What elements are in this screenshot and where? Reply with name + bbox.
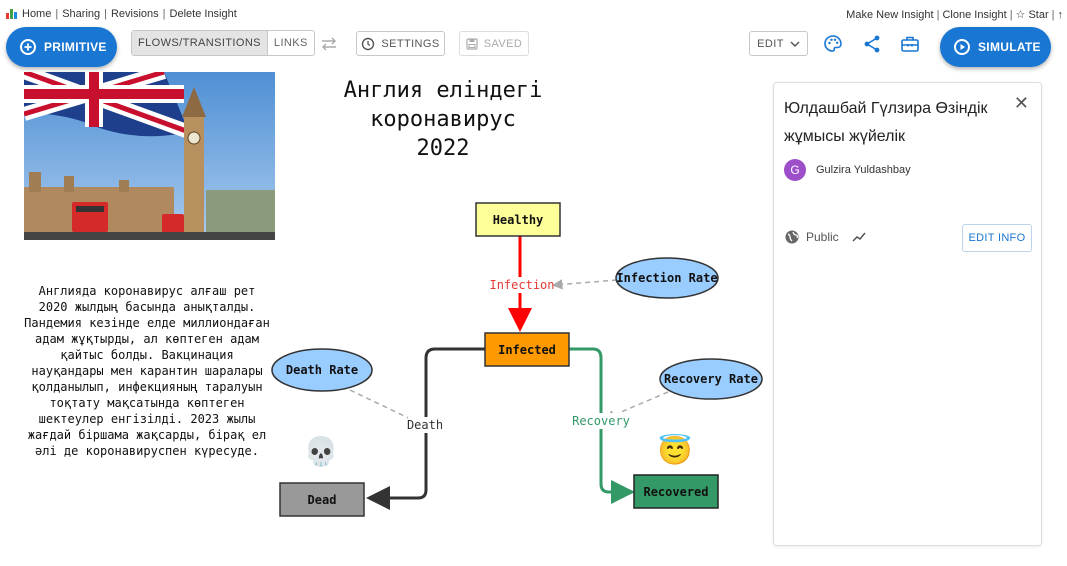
recovery-rate-label: Recovery Rate bbox=[664, 372, 758, 386]
primitive-button-label: PRIMITIVE bbox=[44, 40, 107, 54]
infection-flow-label: Infection bbox=[489, 278, 554, 292]
dead-stock[interactable]: Dead bbox=[279, 482, 365, 517]
links-tab[interactable]: LINKS bbox=[266, 31, 314, 55]
dead-stock-label: Dead bbox=[308, 493, 337, 507]
add-primitive-button[interactable]: PRIMITIVE bbox=[6, 27, 117, 67]
infected-stock-label: Infected bbox=[498, 343, 556, 357]
recovered-stock-label: Recovered bbox=[643, 485, 708, 499]
close-icon[interactable]: ✕ bbox=[1014, 93, 1029, 114]
separator: | bbox=[1051, 8, 1055, 21]
separator: | bbox=[162, 8, 166, 20]
edit-dropdown-label: EDIT bbox=[757, 37, 784, 50]
death-rate-variable[interactable]: Death Rate bbox=[271, 348, 373, 392]
swap-arrows-icon[interactable] bbox=[318, 33, 340, 55]
settings-button[interactable]: SETTINGS bbox=[356, 31, 445, 56]
top-nav-bar: Home | Sharing | Revisions | Delete Insi… bbox=[0, 0, 1067, 26]
star-link[interactable]: ☆ Star bbox=[1016, 8, 1049, 21]
add-circle-icon bbox=[20, 39, 36, 55]
play-circle-icon bbox=[954, 39, 970, 55]
chevron-down-icon bbox=[790, 40, 800, 47]
sharing-link[interactable]: Sharing bbox=[62, 8, 100, 20]
separator: | bbox=[1009, 8, 1013, 21]
revisions-link[interactable]: Revisions bbox=[111, 8, 159, 20]
recovered-stock[interactable]: Recovered bbox=[633, 474, 719, 509]
panel-title: Юлдашбай Гүлзира Өзіндік жұмысы жүйелік bbox=[784, 100, 988, 145]
infection-rate-link[interactable] bbox=[552, 279, 618, 290]
healthy-stock[interactable]: Healthy bbox=[475, 202, 561, 237]
delete-insight-link[interactable]: Delete Insight bbox=[170, 8, 237, 20]
separator: | bbox=[55, 8, 59, 20]
settings-button-label: SETTINGS bbox=[381, 37, 440, 50]
death-rate-label: Death Rate bbox=[286, 363, 358, 377]
infection-rate-variable[interactable]: Infection Rate bbox=[615, 257, 719, 299]
palette-icon[interactable] bbox=[822, 33, 844, 55]
toolbox-icon[interactable] bbox=[899, 33, 921, 55]
author-name[interactable]: Gulzira Yuldashbay bbox=[816, 164, 911, 176]
infection-rate-label: Infection Rate bbox=[616, 271, 717, 285]
saved-button-label: SAVED bbox=[483, 37, 523, 50]
connection-mode-toggle: FLOWS/TRANSITIONS LINKS bbox=[131, 30, 315, 56]
edit-dropdown[interactable]: EDIT bbox=[749, 31, 808, 56]
globe-icon bbox=[785, 230, 799, 244]
home-link[interactable]: Home bbox=[22, 8, 51, 20]
make-new-insight-link[interactable]: Make New Insight bbox=[846, 9, 933, 21]
healthy-stock-label: Healthy bbox=[493, 213, 544, 227]
saved-button[interactable]: SAVED bbox=[459, 31, 529, 56]
recovery-rate-variable[interactable]: Recovery Rate bbox=[659, 358, 763, 400]
death-flow-label: Death bbox=[407, 418, 443, 432]
separator: | bbox=[936, 8, 940, 21]
simulate-button[interactable]: SIMULATE bbox=[940, 27, 1051, 67]
separator: | bbox=[104, 8, 107, 20]
trending-icon[interactable] bbox=[851, 229, 867, 245]
edit-info-button[interactable]: EDIT INFO bbox=[962, 224, 1032, 252]
skull-icon: 💀 bbox=[304, 435, 339, 468]
scroll-up-link[interactable]: ↑ bbox=[1058, 9, 1064, 21]
insightmaker-logo-icon bbox=[6, 9, 18, 19]
recovery-flow-label: Recovery bbox=[572, 414, 630, 428]
clone-insight-link[interactable]: Clone Insight bbox=[942, 9, 1006, 21]
angel-face-icon: 😇 bbox=[658, 433, 693, 466]
infected-stock[interactable]: Infected bbox=[484, 332, 570, 367]
visibility-label: Public bbox=[806, 230, 839, 244]
visibility-status: Public bbox=[784, 229, 867, 245]
model-diagram: Infection Death Recovery Healthy Infecte… bbox=[271, 202, 763, 517]
simulate-button-label: SIMULATE bbox=[978, 40, 1041, 54]
flows-transitions-tab[interactable]: FLOWS/TRANSITIONS bbox=[132, 31, 267, 55]
insight-info-panel: Юлдашбай Гүлзира Өзіндік жұмысы жүйелік … bbox=[773, 82, 1042, 546]
clock-icon bbox=[362, 37, 375, 50]
avatar: G bbox=[784, 159, 806, 181]
save-disk-icon bbox=[466, 37, 478, 50]
share-icon[interactable] bbox=[861, 33, 883, 55]
